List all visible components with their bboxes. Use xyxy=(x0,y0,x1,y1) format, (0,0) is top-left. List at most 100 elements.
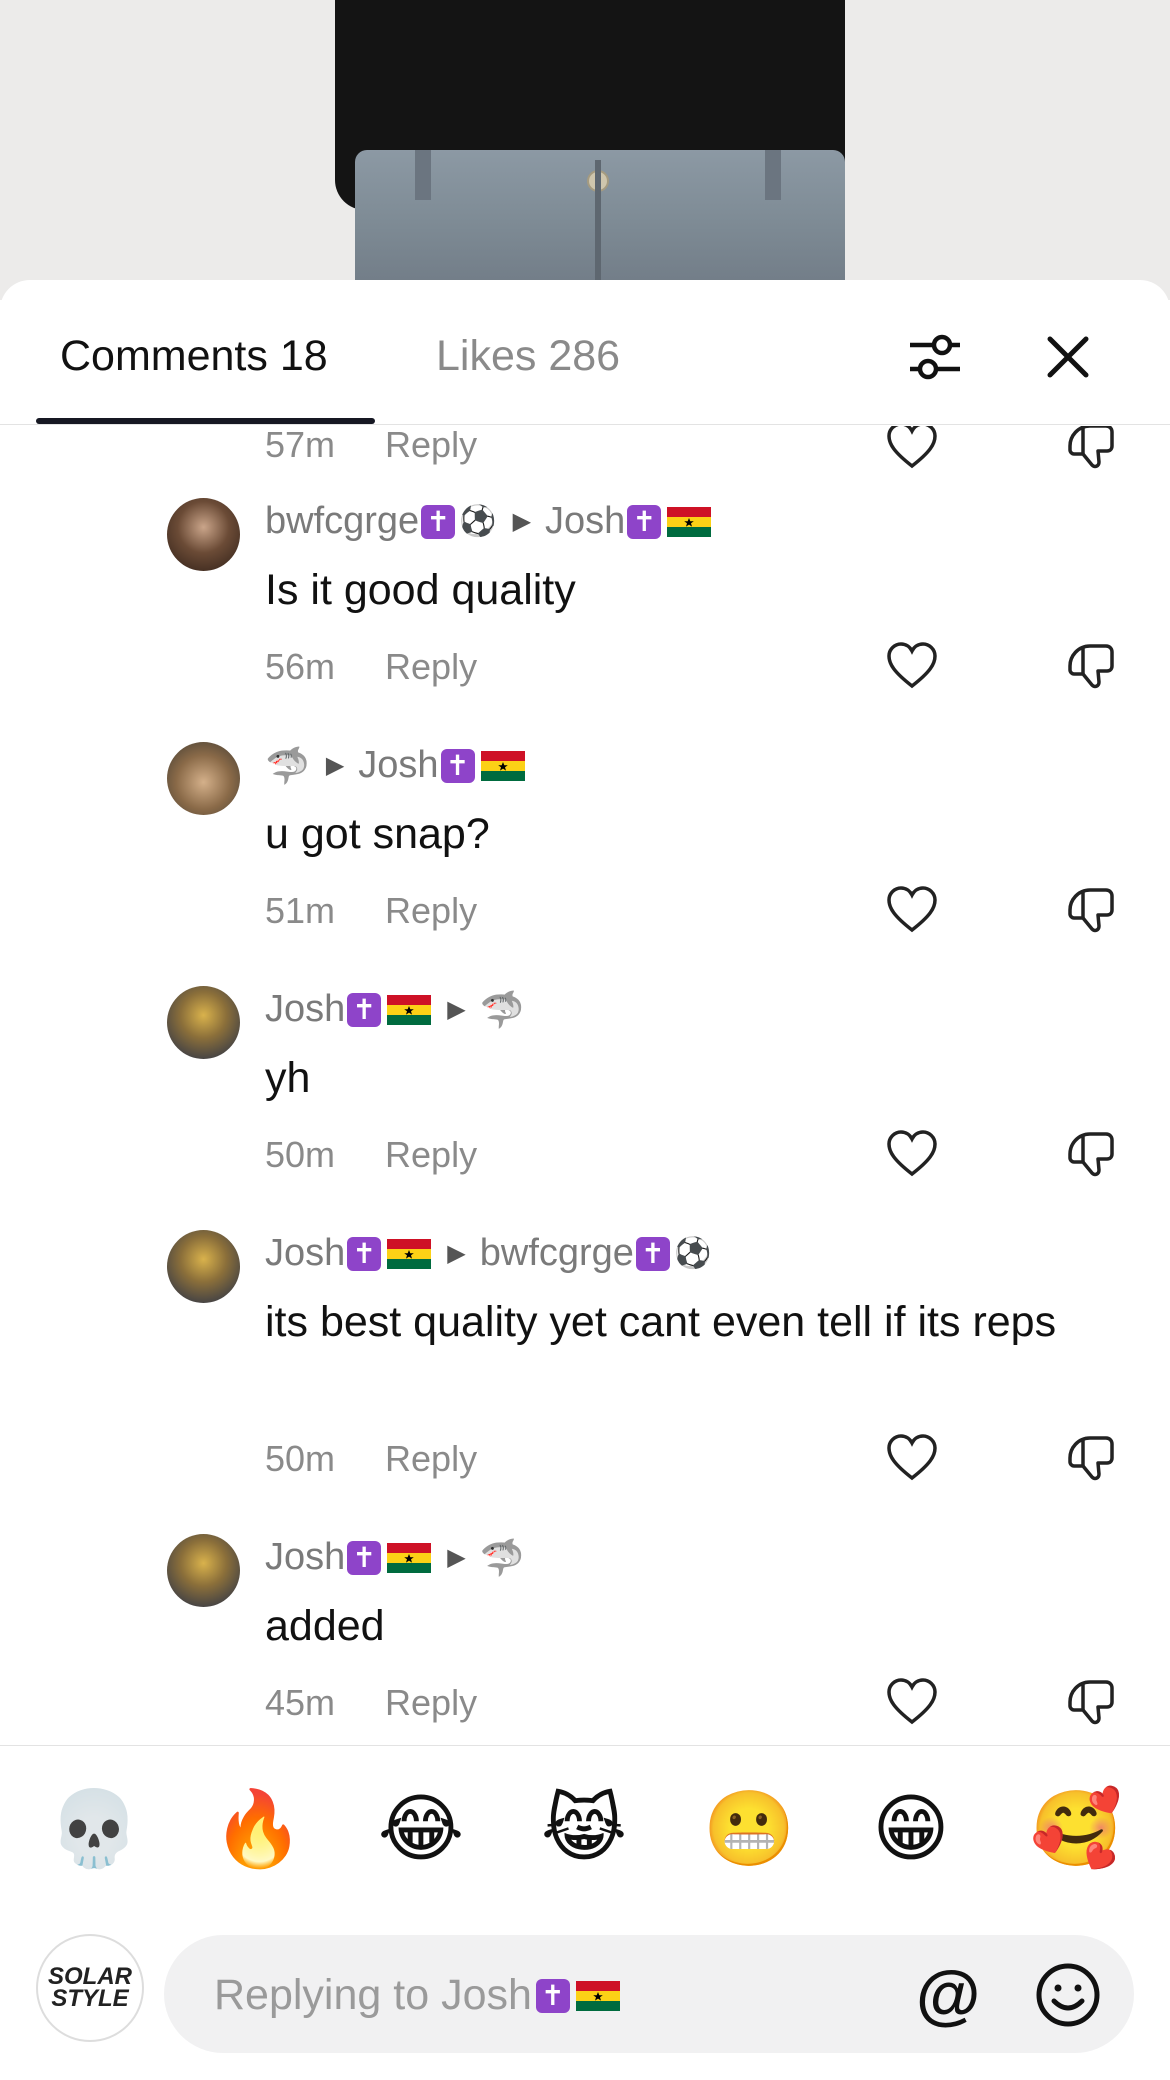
tab-comments[interactable]: Comments 18 xyxy=(60,332,328,381)
heart-icon[interactable] xyxy=(884,882,940,938)
ghana-flag-icon xyxy=(387,1542,432,1573)
cross-badge-icon: ✝ xyxy=(421,504,456,539)
comment-time: 45m xyxy=(265,1682,336,1723)
comment-footer: 45m Reply xyxy=(265,1682,477,1724)
cross-badge-icon: ✝ xyxy=(440,748,475,783)
jeans-image xyxy=(355,150,845,300)
comment-time: 50m xyxy=(265,1134,336,1175)
comment-author[interactable]: Josh xyxy=(265,1232,345,1275)
reply-to-user[interactable]: 🦈 xyxy=(480,989,525,1031)
cross-badge-icon: ✝ xyxy=(635,1236,670,1271)
reply-button[interactable]: Reply xyxy=(385,646,477,688)
cross-badge-icon: ✝ xyxy=(347,1236,382,1271)
comment-meta: 🦈 ▶ Josh ✝ xyxy=(265,744,525,787)
avatar[interactable] xyxy=(167,742,240,815)
comment-text: Is it good quality xyxy=(265,566,576,614)
reply-arrow-icon: ▶ xyxy=(512,508,532,535)
reply-button[interactable]: Reply xyxy=(385,1438,477,1480)
comment-author[interactable]: bwfcgrge xyxy=(265,500,419,543)
comment-list[interactable]: 57m Reply bwfcgrge ✝ ⚽ ▶ Josh ✝ Is it go… xyxy=(0,426,1170,1746)
placeholder-text: Replying to Josh xyxy=(214,1971,532,2019)
emoji-cat-joy[interactable]: 😹 xyxy=(539,1784,629,1874)
avatar[interactable] xyxy=(167,498,240,571)
reply-arrow-icon: ▶ xyxy=(447,996,466,1023)
comment-meta: Josh ✝ ▶ bwfcgrge ✝ ⚽ xyxy=(265,1232,711,1275)
comment-time: 51m xyxy=(265,890,336,931)
ghana-flag-icon xyxy=(667,506,712,537)
reply-button[interactable]: Reply xyxy=(385,426,477,466)
comment-footer: 51m Reply xyxy=(265,890,477,932)
ghana-flag-icon xyxy=(387,1238,432,1269)
cross-badge-icon: ✝ xyxy=(627,504,662,539)
comment-text: u got snap? xyxy=(265,810,490,858)
avatar[interactable] xyxy=(167,1534,240,1607)
reply-to-user[interactable]: Josh xyxy=(545,500,625,543)
reply-arrow-icon: ▶ xyxy=(325,752,345,779)
mention-button[interactable]: @ xyxy=(916,1959,980,2029)
comment-author[interactable]: 🦈 xyxy=(265,745,310,787)
comment-text: added xyxy=(265,1602,385,1650)
avatar-logo-text: SOLAR STYLE xyxy=(48,1963,132,2012)
comment-footer: 57m Reply xyxy=(265,426,477,466)
heart-icon[interactable] xyxy=(884,1674,940,1730)
heart-icon[interactable] xyxy=(884,426,940,474)
comment-meta: bwfcgrge ✝ ⚽ ▶ Josh ✝ xyxy=(265,500,712,543)
comment-time: 50m xyxy=(265,1438,336,1479)
comment-text: its best quality yet cant even tell if i… xyxy=(265,1298,1057,1346)
my-avatar[interactable]: SOLAR STYLE xyxy=(36,1934,144,2042)
close-icon xyxy=(1047,336,1089,378)
emoji-skull[interactable]: 💀 xyxy=(48,1784,140,1874)
soccer-ball-icon: ⚽ xyxy=(673,1237,712,1270)
tab-likes[interactable]: Likes 286 xyxy=(436,332,620,381)
reply-button[interactable]: Reply xyxy=(385,1134,477,1176)
emoji-picker-icon[interactable] xyxy=(1034,1961,1102,2029)
reply-to-user[interactable]: Josh xyxy=(358,744,438,787)
emoji-grimace[interactable]: 😬 xyxy=(703,1784,795,1874)
reply-to-user[interactable]: 🦈 xyxy=(480,1537,525,1579)
dislike-icon[interactable] xyxy=(1064,1126,1120,1182)
dislike-icon[interactable] xyxy=(1064,1674,1120,1730)
reply-to-user[interactable]: bwfcgrge xyxy=(480,1232,634,1275)
dislike-icon[interactable] xyxy=(1064,1430,1120,1486)
soccer-ball-icon: ⚽ xyxy=(459,505,497,538)
dislike-icon[interactable] xyxy=(1064,638,1120,694)
tab-underline xyxy=(36,418,375,424)
comment-text: yh xyxy=(265,1054,311,1102)
dislike-icon[interactable] xyxy=(1064,882,1120,938)
avatar[interactable] xyxy=(167,1230,240,1303)
avatar[interactable] xyxy=(167,986,240,1059)
comment-time: 56m xyxy=(265,646,336,687)
comment-footer: 50m Reply xyxy=(265,1134,477,1176)
reply-button[interactable]: Reply xyxy=(385,890,477,932)
comment-meta: Josh ✝ ▶ 🦈 xyxy=(265,1536,525,1579)
ghana-flag-icon xyxy=(387,994,432,1025)
comment-composer: SOLAR STYLE Replying to Josh ✝ @ xyxy=(0,1910,1170,2080)
reply-arrow-icon: ▶ xyxy=(447,1544,466,1571)
filter-button[interactable] xyxy=(900,322,970,392)
reply-button[interactable]: Reply xyxy=(385,1682,477,1724)
cross-badge-icon: ✝ xyxy=(347,992,382,1027)
emoji-bar: 💀 🔥 😂 😹 😬 😁 🥰 xyxy=(0,1745,1170,1910)
sliders-icon xyxy=(910,334,960,380)
emoji-joy[interactable]: 😂 xyxy=(376,1784,466,1874)
ghana-flag-icon xyxy=(480,750,525,781)
comment-author[interactable]: Josh xyxy=(265,1536,345,1579)
comment-footer: 50m Reply xyxy=(265,1438,477,1480)
comment-footer: 56m Reply xyxy=(265,646,477,688)
comment-author[interactable]: Josh xyxy=(265,988,345,1031)
emoji-smiling-hearts[interactable]: 🥰 xyxy=(1030,1784,1122,1874)
heart-icon[interactable] xyxy=(884,1430,940,1486)
close-button[interactable] xyxy=(1033,322,1103,392)
dislike-icon[interactable] xyxy=(1064,426,1120,474)
emoji-fire[interactable]: 🔥 xyxy=(212,1784,304,1874)
comment-meta: Josh ✝ ▶ 🦈 xyxy=(265,988,525,1031)
ghana-flag-icon xyxy=(575,1980,620,2011)
heart-icon[interactable] xyxy=(884,638,940,694)
emoji-grin[interactable]: 😁 xyxy=(866,1784,956,1874)
comment-input[interactable]: Replying to Josh ✝ @ xyxy=(164,1935,1134,2053)
reply-arrow-icon: ▶ xyxy=(447,1240,466,1267)
comment-time: 57m xyxy=(265,426,336,465)
heart-icon[interactable] xyxy=(884,1126,940,1182)
comments-sheet: Comments 18 Likes 286 57m Reply bwfcgrge… xyxy=(0,280,1170,2080)
tab-bar: Comments 18 Likes 286 xyxy=(0,280,1170,425)
